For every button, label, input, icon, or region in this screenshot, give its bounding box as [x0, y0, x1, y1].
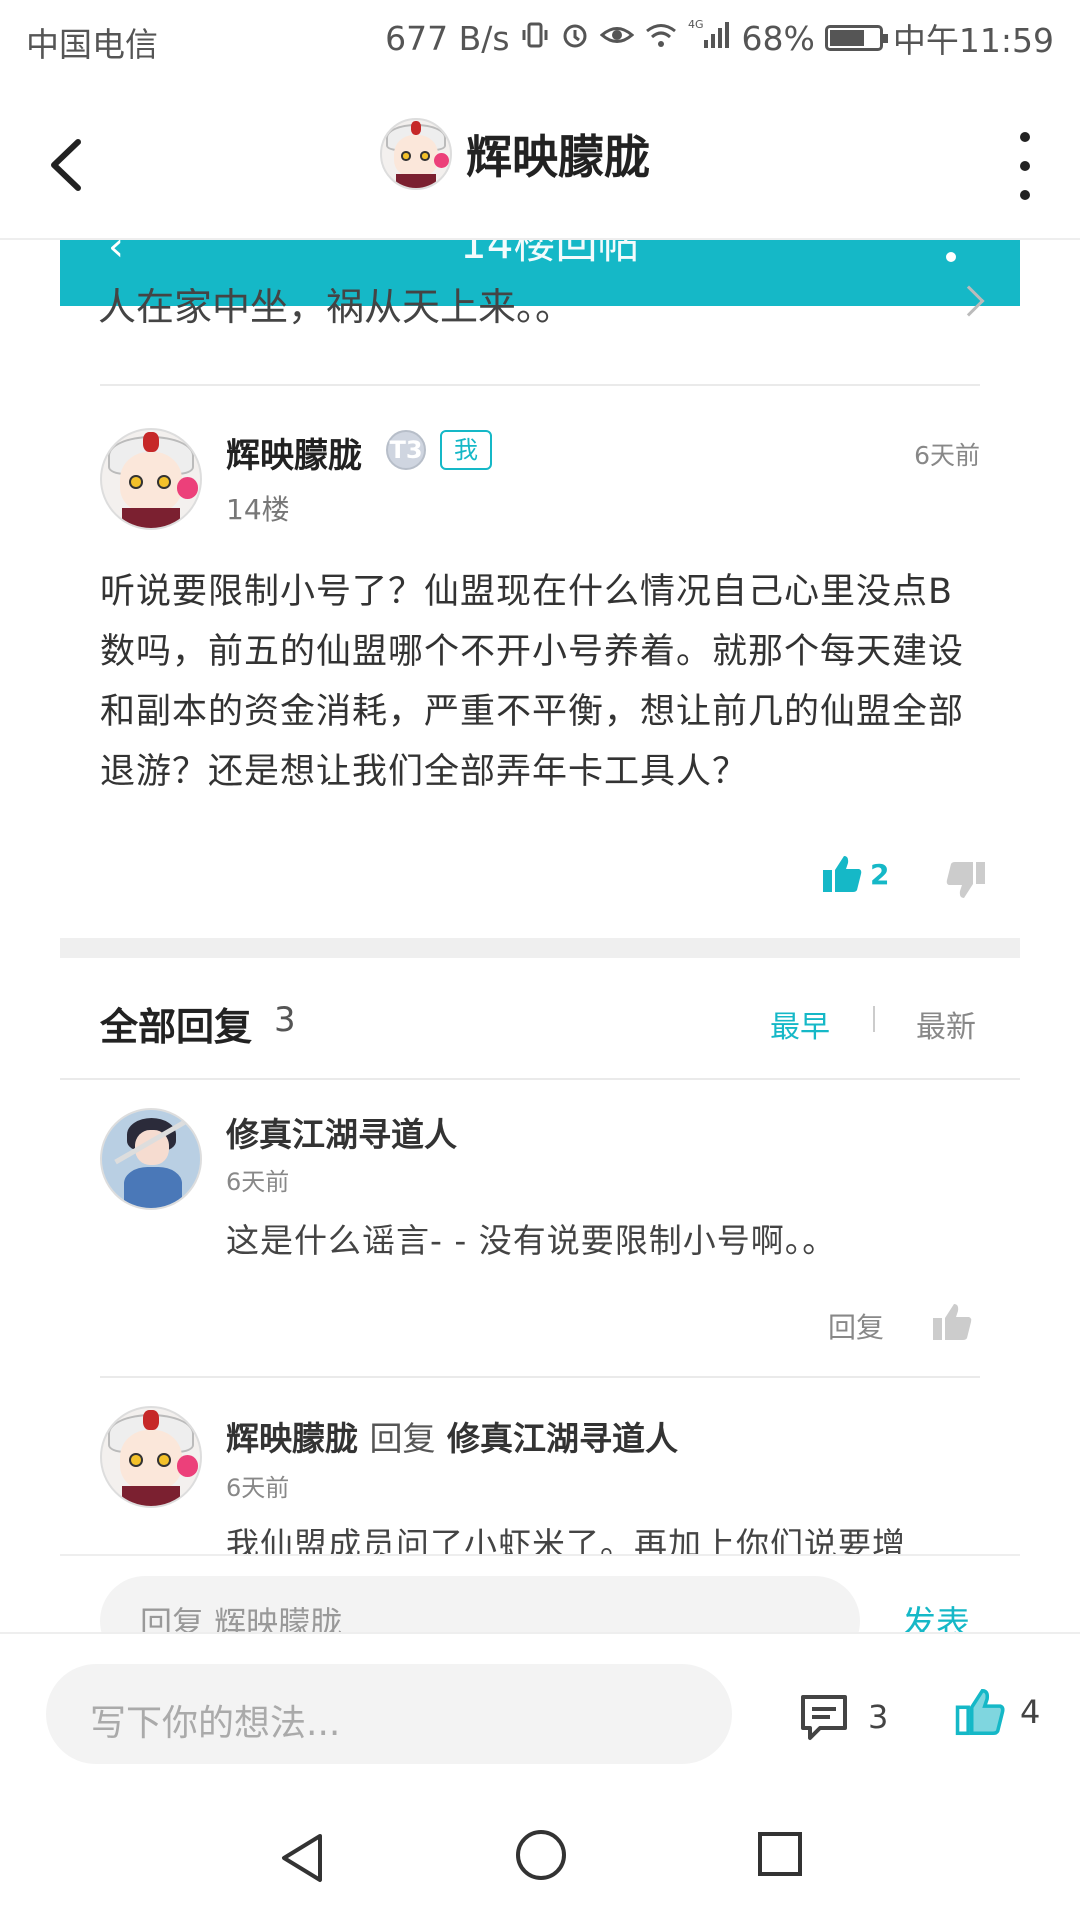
reply-like-button[interactable]	[930, 1300, 974, 1348]
reply-to-name[interactable]: 修真江湖寻道人	[447, 1419, 678, 1458]
more-menu-button[interactable]	[1010, 132, 1040, 200]
reply-text: 这是什么谣言- - 没有说要限制小号啊。。	[226, 1221, 837, 1260]
chevron-left-icon	[51, 139, 81, 191]
thumbs-up-icon	[823, 856, 862, 892]
battery-icon	[824, 25, 888, 51]
divider	[60, 1078, 1020, 1080]
sort-divider	[873, 1006, 875, 1032]
comment-input[interactable]: 写下你的想法...	[46, 1664, 732, 1764]
overlay-title: 14楼回帖	[460, 240, 640, 268]
reply-author-name[interactable]: 辉映朦胧	[226, 1419, 358, 1458]
eye-icon	[599, 19, 634, 58]
reply-author-name[interactable]: 修真江湖寻道人	[226, 1108, 457, 1156]
page-title: 辉映朦胧	[466, 130, 650, 184]
post-like-count: 2	[870, 857, 890, 891]
post-like-button[interactable]: 2	[820, 852, 889, 896]
app-header: 辉映朦胧	[0, 90, 1080, 240]
more-dot-icon	[1020, 132, 1030, 142]
replies-title: 全部回复	[100, 1005, 253, 1049]
thumbs-down-icon	[946, 862, 985, 898]
wifi-icon	[644, 19, 678, 58]
like-count: 4	[1020, 1693, 1041, 1731]
overlay-more-icon	[946, 252, 956, 262]
reply-avatar[interactable]	[100, 1108, 202, 1210]
reply-input[interactable]: 回复 辉映朦胧	[100, 1576, 860, 1632]
thumbs-up-icon	[955, 1688, 1005, 1736]
alarm-icon	[560, 19, 590, 58]
like-button[interactable]: 4	[954, 1686, 1040, 1738]
post-time: 6天前	[914, 441, 980, 470]
replies-count: 3	[274, 1000, 296, 1040]
post-author-name[interactable]: 辉映朦胧	[226, 428, 362, 477]
system-nav-bar	[0, 1772, 1080, 1920]
svg-text:4G: 4G	[688, 18, 704, 31]
comments-button[interactable]: 3	[798, 1692, 888, 1742]
reply-author-line: 辉映朦胧 回复 修真江湖寻道人	[226, 1412, 678, 1460]
status-bar: 中国电信 677 B/s 4G 68% 中午11:59	[0, 0, 1080, 76]
reply-time: 6天前	[226, 1474, 290, 1502]
header-title-group: 辉映朦胧	[380, 118, 650, 190]
reply-input-panel: 回复 辉映朦胧 发表	[60, 1554, 1020, 1632]
reply-to-word: 回复	[369, 1419, 436, 1458]
triangle-back-icon	[282, 1834, 322, 1882]
overlay-text: 人在家中坐，祸从天上来。。	[98, 288, 574, 328]
nav-back-button[interactable]	[278, 1832, 326, 1888]
level-badge: T3	[386, 430, 426, 470]
reply-time: 6天前	[226, 1168, 290, 1196]
send-reply-button[interactable]: 发表	[902, 1596, 970, 1632]
battery-percent: 68%	[741, 18, 815, 58]
nav-home-button[interactable]	[516, 1830, 566, 1880]
net-speed: 677 B/s	[385, 18, 510, 58]
nav-recents-button[interactable]	[758, 1832, 802, 1876]
section-separator	[60, 938, 1020, 958]
comment-input-placeholder: 写下你的想法...	[90, 1703, 341, 1744]
post-dislike-button[interactable]	[944, 858, 988, 906]
sort-latest-tab[interactable]: 最新	[916, 1002, 976, 1046]
vibrate-icon	[520, 19, 550, 58]
back-button[interactable]	[40, 130, 100, 200]
reply-avatar[interactable]	[100, 1406, 202, 1508]
divider	[100, 384, 980, 386]
post-author-avatar[interactable]	[100, 428, 202, 530]
bottom-action-bar: 写下你的想法... 3 4	[0, 1632, 1080, 1772]
carrier-label: 中国电信	[26, 25, 158, 64]
comment-count: 3	[868, 1698, 889, 1736]
post-body: 听说要限制小号了？仙盟现在什么情况自己心里没点B数吗，前五的仙盟哪个不开小号养着…	[100, 572, 965, 792]
clock: 中午11:59	[892, 21, 1054, 60]
sort-earliest-tab[interactable]: 最早	[770, 1002, 830, 1046]
me-badge: 我	[440, 430, 492, 470]
post-floor: 14楼	[226, 493, 290, 526]
overlay-back-icon: ‹	[108, 240, 124, 270]
cell-signal-icon: 4G	[688, 18, 732, 58]
header-avatar	[380, 118, 452, 190]
thumbs-up-icon	[933, 1304, 972, 1340]
comment-icon	[801, 1695, 847, 1740]
divider	[100, 1376, 980, 1378]
reply-input-placeholder: 回复 辉映朦胧	[140, 1604, 343, 1632]
reply-button[interactable]: 回复	[828, 1306, 884, 1346]
status-icons: 677 B/s 4G 68% 中午11:59	[385, 14, 1054, 62]
